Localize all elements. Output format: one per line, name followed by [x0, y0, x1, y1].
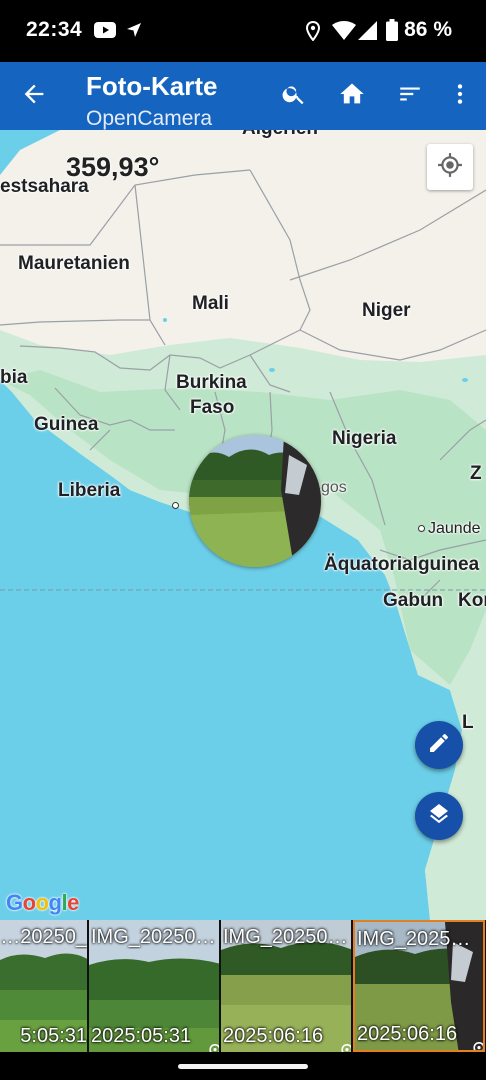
map-label-algerien: Algerien: [242, 130, 318, 140]
thumbnail-date: 2025:06:16: [223, 1025, 324, 1047]
back-button[interactable]: [10, 62, 58, 130]
map-label-liberia: Liberia: [58, 480, 121, 501]
cell-signal-icon: [358, 21, 377, 45]
photo-map-screen: 22:34 86 % Foto-Karte OpenCamera 359,93°…: [0, 0, 486, 1080]
thumbnail-item[interactable]: IMG_20250… 2025:05:31: [89, 920, 221, 1052]
navigation-arrow-icon: [126, 22, 142, 43]
system-navigation-bar: [0, 1052, 486, 1080]
map-label-z: Z: [470, 463, 482, 484]
search-button[interactable]: [270, 62, 318, 130]
status-time: 22:34: [26, 18, 83, 41]
map-label-kongo: Kor: [458, 590, 486, 611]
edit-fab[interactable]: [415, 721, 463, 769]
status-bar: 22:34 86 %: [0, 0, 486, 62]
app-title: Foto-Karte: [86, 71, 218, 101]
battery-percentage: 86 %: [404, 18, 452, 41]
thumbnail-item[interactable]: IMG_20250… 2025:06:16: [221, 920, 353, 1052]
home-button[interactable]: [328, 62, 376, 130]
map-label-westsahara: estsahara: [0, 176, 89, 197]
my-location-button[interactable]: [427, 144, 473, 190]
map-label-gambia: bia: [0, 367, 28, 388]
photo-marker[interactable]: [189, 435, 321, 567]
google-attribution-logo: Google: [6, 890, 79, 915]
thumbnail-date: 2025:06:16: [357, 1023, 458, 1045]
city-marker-abidjan: [172, 502, 179, 509]
overflow-menu-button[interactable]: [436, 62, 484, 130]
layers-icon: [427, 802, 451, 831]
map-label-gabun: Gabun: [383, 590, 444, 611]
map-view[interactable]: 359,93° Algerien estsahara Mauretanien M…: [0, 130, 486, 920]
map-label-burkina: Burkina: [176, 372, 247, 393]
search-icon: [281, 81, 307, 112]
city-marker-jaunde: [418, 525, 425, 532]
thumbnail-item[interactable]: _20250… 5:05:31: [0, 920, 89, 1052]
map-label-lagos: gos: [321, 479, 347, 496]
battery-icon: [386, 19, 398, 46]
youtube-icon: [94, 22, 116, 43]
map-label-mali: Mali: [192, 293, 229, 314]
app-bar: Foto-Karte OpenCamera: [0, 62, 486, 130]
map-label-jaunde: Jaunde: [428, 520, 481, 537]
location-pin-icon: [305, 20, 321, 46]
sort-button[interactable]: [386, 62, 434, 130]
map-label-guinea: Guinea: [34, 414, 99, 435]
wifi-icon: [332, 21, 356, 45]
home-icon: [338, 80, 366, 113]
thumbnail-date: 2025:05:31: [91, 1025, 192, 1047]
sort-icon: [397, 81, 423, 112]
map-label-aequatorialguinea: Äquatorialguinea: [324, 554, 480, 575]
more-vert-icon: [447, 81, 473, 112]
thumbnail-date: 5:05:31: [20, 1025, 87, 1047]
thumbnail-filename: IMG_20250…: [223, 926, 348, 948]
map-label-faso: Faso: [190, 397, 235, 418]
thumbnail-strip[interactable]: _20250… 5:05:31 IMG_20250… 2025:05:31 IM…: [0, 920, 486, 1052]
thumbnail-filename: IMG_20250…: [91, 926, 216, 948]
back-arrow-icon: [20, 80, 48, 113]
thumbnail-filename: _20250…: [0, 926, 87, 948]
thumbnail-item-selected[interactable]: IMG_2025… 2025:06:16: [353, 920, 485, 1052]
my-location-icon: [437, 152, 463, 183]
edit-pencil-icon: [427, 731, 451, 760]
map-label-l: L: [462, 712, 474, 733]
home-gesture-handle[interactable]: [178, 1064, 308, 1069]
photo-marker-image: [189, 435, 321, 567]
thumbnail-filename: IMG_2025…: [357, 928, 471, 950]
map-label-nigeria: Nigeria: [332, 428, 397, 449]
map-label-niger: Niger: [362, 300, 411, 321]
app-subtitle: OpenCamera: [86, 107, 213, 130]
layers-fab[interactable]: [415, 792, 463, 840]
map-label-mauretanien: Mauretanien: [18, 253, 130, 274]
